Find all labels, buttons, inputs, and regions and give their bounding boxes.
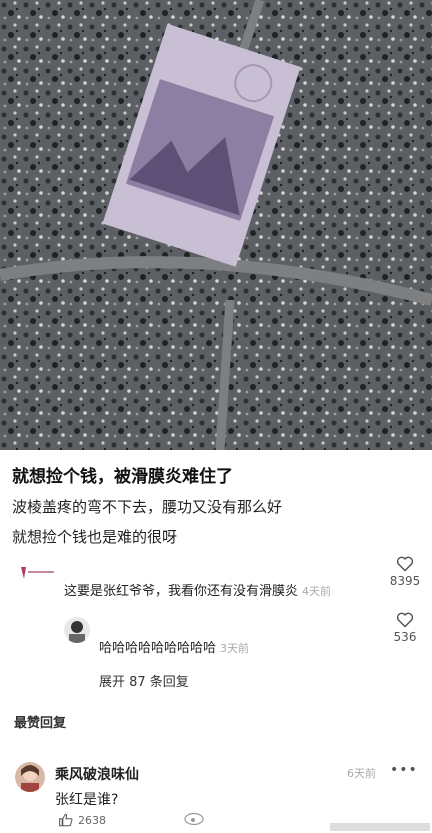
like-count: 2638: [78, 813, 106, 827]
post-photo[interactable]: [0, 0, 432, 450]
reply-text: 张红是谁?: [55, 792, 119, 808]
commenter-avatar[interactable]: [18, 565, 58, 581]
post-body-line-2: 就想捡个钱也是难的很呀: [12, 528, 178, 546]
comment-body: 这要是张红爷爷，我看你还有没有滑膜炎: [64, 584, 299, 599]
more-options-icon[interactable]: •••: [390, 762, 418, 778]
weibo-logo-icon: [184, 812, 204, 826]
thumbs-up-icon: [59, 813, 73, 827]
heart-icon: [396, 556, 414, 572]
comment-body: 哈哈哈哈哈哈哈哈哈: [99, 641, 217, 656]
terrazzo-floor-image: [0, 0, 432, 450]
username[interactable]: 乘风破浪味仙: [55, 764, 139, 784]
avatar-icon: [21, 765, 39, 792]
logo-icon: [18, 565, 58, 581]
user-avatar[interactable]: [15, 762, 45, 792]
comment-like-button[interactable]: 536: [385, 612, 425, 644]
comment-text: 这要是张红爷爷，我看你还有没有滑膜炎 4天前: [64, 580, 331, 599]
expand-replies-link[interactable]: 展开 87 条回复: [99, 671, 189, 690]
like-count: 536: [393, 630, 417, 644]
commenter-avatar[interactable]: [64, 617, 90, 643]
reply-time: 6天前: [347, 767, 376, 780]
comment-time: 3天前: [220, 642, 250, 655]
post-title: 就想捡个钱，被滑膜炎难住了: [12, 467, 233, 487]
like-count: 8395: [389, 574, 421, 588]
section-title: 最赞回复: [14, 716, 67, 731]
reply-like-button[interactable]: 2638: [58, 813, 106, 827]
comment-like-button[interactable]: 8395: [385, 556, 425, 588]
post-body-line-1: 波棱盖疼的弯不下去，腰功又没有那么好: [12, 498, 283, 516]
watermark: [184, 811, 206, 828]
comment-time: 4天前: [302, 585, 332, 598]
heart-icon: [396, 612, 414, 628]
watermark-bar: [330, 823, 430, 831]
comment-text: 哈哈哈哈哈哈哈哈哈 3天前: [99, 637, 249, 656]
avatar-icon: [69, 621, 85, 643]
